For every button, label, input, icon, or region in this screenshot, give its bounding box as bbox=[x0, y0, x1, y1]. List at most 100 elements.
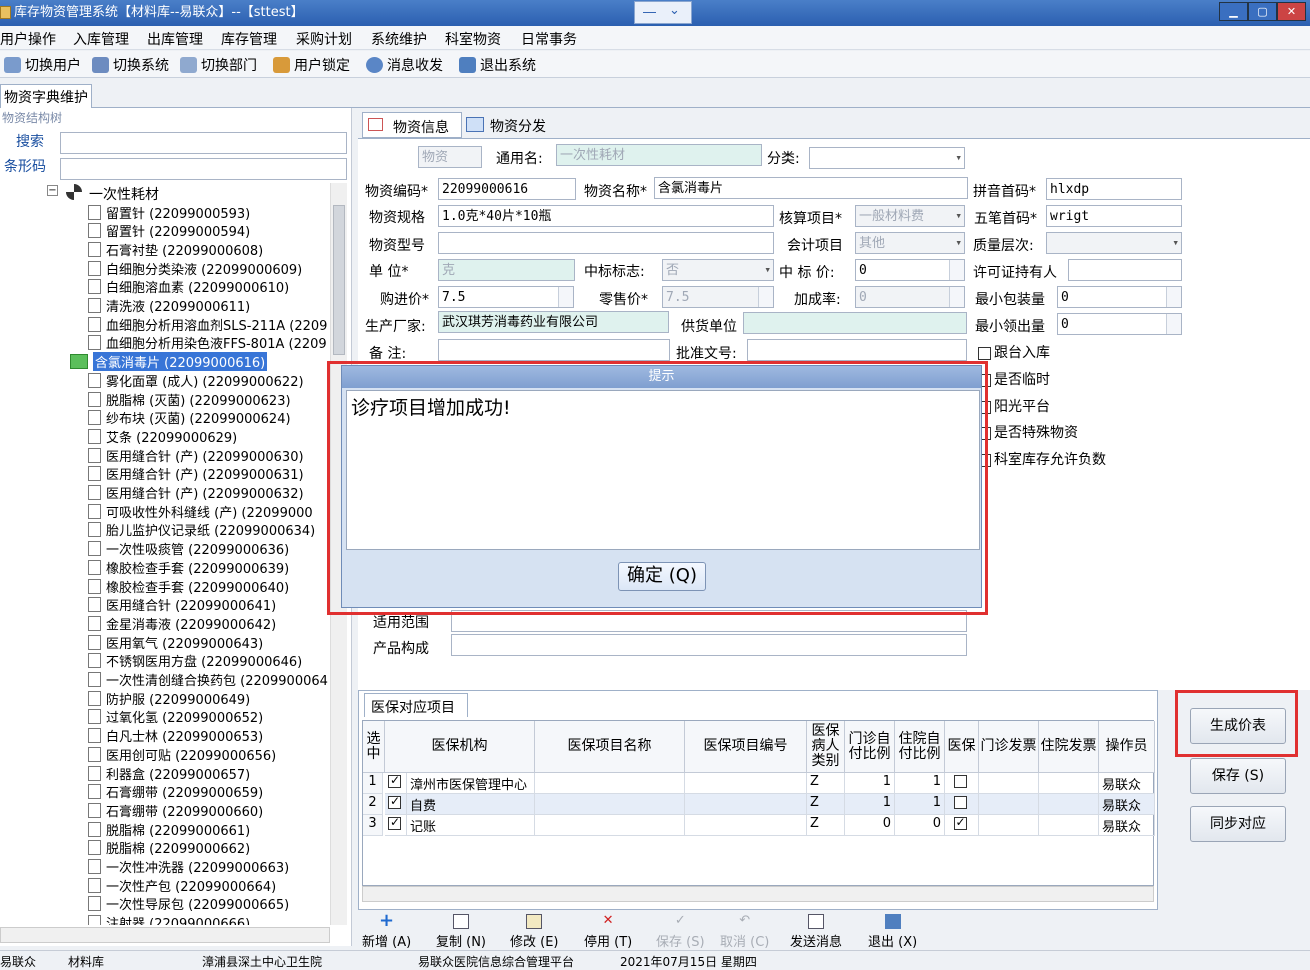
menu-purchase[interactable]: 采购计划 bbox=[296, 29, 352, 49]
column-header[interactable]: 医保项目名称 bbox=[535, 721, 685, 773]
send-message-button[interactable]: 发送消息 bbox=[790, 914, 842, 950]
account-select[interactable]: 其他 bbox=[855, 232, 965, 254]
tree-item[interactable]: 石膏绷带 (22099000660) bbox=[88, 801, 263, 820]
scope-field[interactable] bbox=[451, 610, 967, 632]
menu-outbound[interactable]: 出库管理 bbox=[147, 29, 203, 49]
check-follow-stock[interactable]: 跟台入库 bbox=[978, 342, 1050, 362]
switch-system-button[interactable]: 切换系统 bbox=[92, 55, 169, 75]
wubi-field[interactable]: wrigt bbox=[1046, 205, 1182, 227]
checkbox-icon[interactable] bbox=[978, 346, 991, 360]
tree-item[interactable]: 金星消毒液 (22099000642) bbox=[88, 614, 276, 633]
checkbox-icon[interactable] bbox=[953, 815, 967, 830]
approval-field[interactable] bbox=[747, 339, 967, 361]
code-field[interactable]: 22099000616 bbox=[438, 178, 576, 200]
tree-item[interactable]: 一次性冲洗器 (22099000663) bbox=[88, 858, 289, 876]
ip-ratio-cell[interactable]: 1 bbox=[895, 794, 945, 815]
tree-item[interactable]: 医用氧气 (22099000643) bbox=[88, 633, 263, 652]
menu-dept[interactable]: 科室物资 bbox=[445, 29, 501, 49]
checkbox-icon[interactable] bbox=[388, 773, 401, 788]
tree-item[interactable]: 留置针 (22099000594) bbox=[88, 222, 250, 240]
column-header[interactable]: 住院自付比例 bbox=[895, 721, 945, 773]
column-header[interactable]: 医保病人类别 bbox=[807, 721, 845, 773]
min-out-field[interactable]: 0 bbox=[1057, 313, 1182, 335]
name-field[interactable]: 含氯消毒片 bbox=[654, 177, 968, 199]
license-field[interactable] bbox=[1068, 259, 1182, 281]
item-code-cell[interactable] bbox=[685, 794, 807, 815]
retail-field[interactable]: 7.5 bbox=[662, 286, 774, 308]
tree-item[interactable]: 医用缝合针 (产) (22099000630) bbox=[88, 446, 304, 465]
tree-item[interactable]: 一次性产包 (22099000664) bbox=[88, 876, 276, 895]
op-invoice-cell[interactable] bbox=[979, 794, 1039, 815]
tree-item[interactable]: 医用缝合针 (产) (22099000631) bbox=[88, 465, 304, 483]
column-header[interactable]: 医保机构 bbox=[385, 721, 535, 773]
item-name-cell[interactable] bbox=[535, 773, 685, 794]
save-side-button[interactable]: 保存 (S) bbox=[1190, 758, 1286, 794]
tree-item[interactable]: 一次性导尿包 (22099000665) bbox=[88, 895, 289, 913]
tree-item[interactable]: 血细胞分析用溶血剂SLS-211A (2209 bbox=[88, 315, 327, 334]
column-header[interactable]: 门诊自付比例 bbox=[845, 721, 895, 773]
pinyin-field[interactable]: hlxdp bbox=[1046, 178, 1182, 200]
remark-field[interactable] bbox=[438, 339, 670, 361]
tree-item[interactable]: 一次性吸痰管 (22099000636) bbox=[88, 540, 289, 558]
op-invoice-cell[interactable] bbox=[979, 773, 1039, 794]
op-ratio-cell[interactable]: 0 bbox=[845, 815, 895, 836]
exit-button[interactable]: 退出 (X) bbox=[868, 914, 917, 950]
tree-item[interactable]: 橡胶检查手套 (22099000640) bbox=[88, 577, 289, 596]
item-code-cell[interactable] bbox=[685, 773, 807, 794]
org-cell[interactable]: 漳州市医保管理中心 bbox=[407, 773, 535, 794]
tree-item[interactable]: 可吸收性外科缝线 (产) (22099000 bbox=[88, 502, 313, 521]
column-header[interactable]: 选中 bbox=[363, 721, 385, 773]
column-header[interactable]: 医保 bbox=[945, 721, 979, 773]
select-cell[interactable] bbox=[385, 794, 407, 815]
ip-invoice-cell[interactable] bbox=[1039, 815, 1099, 836]
collapse-toggle[interactable]: − bbox=[47, 185, 58, 196]
tree-item[interactable]: 医用缝合针 (产) (22099000632) bbox=[88, 484, 304, 502]
tree-item[interactable]: 一次性清创缝合换药包 (2209900064 bbox=[88, 671, 328, 689]
menu-user[interactable]: 用户操作 bbox=[0, 29, 56, 49]
tree-item[interactable]: 胎儿监护仪记录纸 (22099000634) bbox=[88, 521, 315, 539]
checkbox-icon[interactable] bbox=[388, 815, 401, 830]
ip-invoice-cell[interactable] bbox=[1039, 794, 1099, 815]
column-header[interactable]: 住院发票 bbox=[1039, 721, 1099, 773]
tree-item[interactable]: 橡胶检查手套 (22099000639) bbox=[88, 558, 289, 577]
checkbox-icon[interactable] bbox=[388, 794, 401, 809]
unit-field[interactable]: 克 bbox=[438, 259, 575, 281]
ip-ratio-cell[interactable]: 0 bbox=[895, 815, 945, 836]
tree-item[interactable]: 脱脂棉 (灭菌) (22099000623) bbox=[88, 390, 291, 409]
chevron-down-icon[interactable]: ⌄ bbox=[669, 3, 680, 18]
tree-item[interactable]: 利器盒 (22099000657) bbox=[88, 764, 250, 783]
generic-name-field[interactable]: 一次性耗材 bbox=[556, 144, 762, 166]
disable-button[interactable]: ✕ 停用 (T) bbox=[584, 914, 632, 951]
cancel-button[interactable]: ↶ 取消 (C) bbox=[720, 914, 769, 951]
op-invoice-cell[interactable] bbox=[979, 815, 1039, 836]
grid-hscrollbar[interactable] bbox=[362, 886, 1154, 902]
quality-select[interactable] bbox=[1046, 232, 1182, 254]
category-select[interactable] bbox=[809, 147, 965, 169]
tree-item[interactable]: 过氧化氢 (22099000652) bbox=[88, 708, 263, 726]
column-header[interactable]: 医保项目编号 bbox=[685, 721, 807, 773]
tree-item[interactable]: 清洗液 (22099000611) bbox=[88, 297, 250, 315]
tree-item-selected[interactable]: 含氯消毒片 (22099000616) bbox=[70, 352, 268, 372]
menu-stock[interactable]: 库存管理 bbox=[221, 29, 277, 49]
check-sunshine[interactable]: 阳光平台 bbox=[978, 396, 1050, 416]
ip-invoice-cell[interactable] bbox=[1039, 773, 1099, 794]
tree-root[interactable]: 一次性耗材 bbox=[89, 184, 159, 204]
insurance-cell[interactable] bbox=[945, 815, 979, 836]
check-temporary[interactable]: 是否临时 bbox=[978, 369, 1050, 389]
supplier-field[interactable] bbox=[743, 312, 967, 334]
bid-flag-select[interactable]: 否 bbox=[662, 259, 774, 281]
tree-item[interactable]: 白凡士林 (22099000653) bbox=[88, 727, 263, 745]
patient-cat-cell[interactable]: Z bbox=[807, 773, 845, 794]
maximize-icon[interactable]: ▢ bbox=[1248, 2, 1277, 21]
op-ratio-cell[interactable]: 1 bbox=[845, 773, 895, 794]
bid-price-field[interactable]: 0 bbox=[855, 259, 965, 281]
close-icon[interactable]: ✕ bbox=[1277, 2, 1306, 21]
spec-field[interactable]: 1.0克*40片*10瓶 bbox=[438, 205, 774, 227]
lock-user-button[interactable]: 用户锁定 bbox=[273, 55, 350, 75]
tree-item[interactable]: 纱布块 (灭菌) (22099000624) bbox=[88, 409, 291, 427]
tree-item[interactable]: 石膏衬垫 (22099000608) bbox=[88, 240, 263, 259]
save-button[interactable]: ✓ 保存 (S) bbox=[656, 914, 705, 951]
tree-item[interactable]: 防护服 (22099000649) bbox=[88, 689, 250, 708]
min-pack-field[interactable]: 0 bbox=[1057, 286, 1182, 308]
op-ratio-cell[interactable]: 1 bbox=[845, 794, 895, 815]
